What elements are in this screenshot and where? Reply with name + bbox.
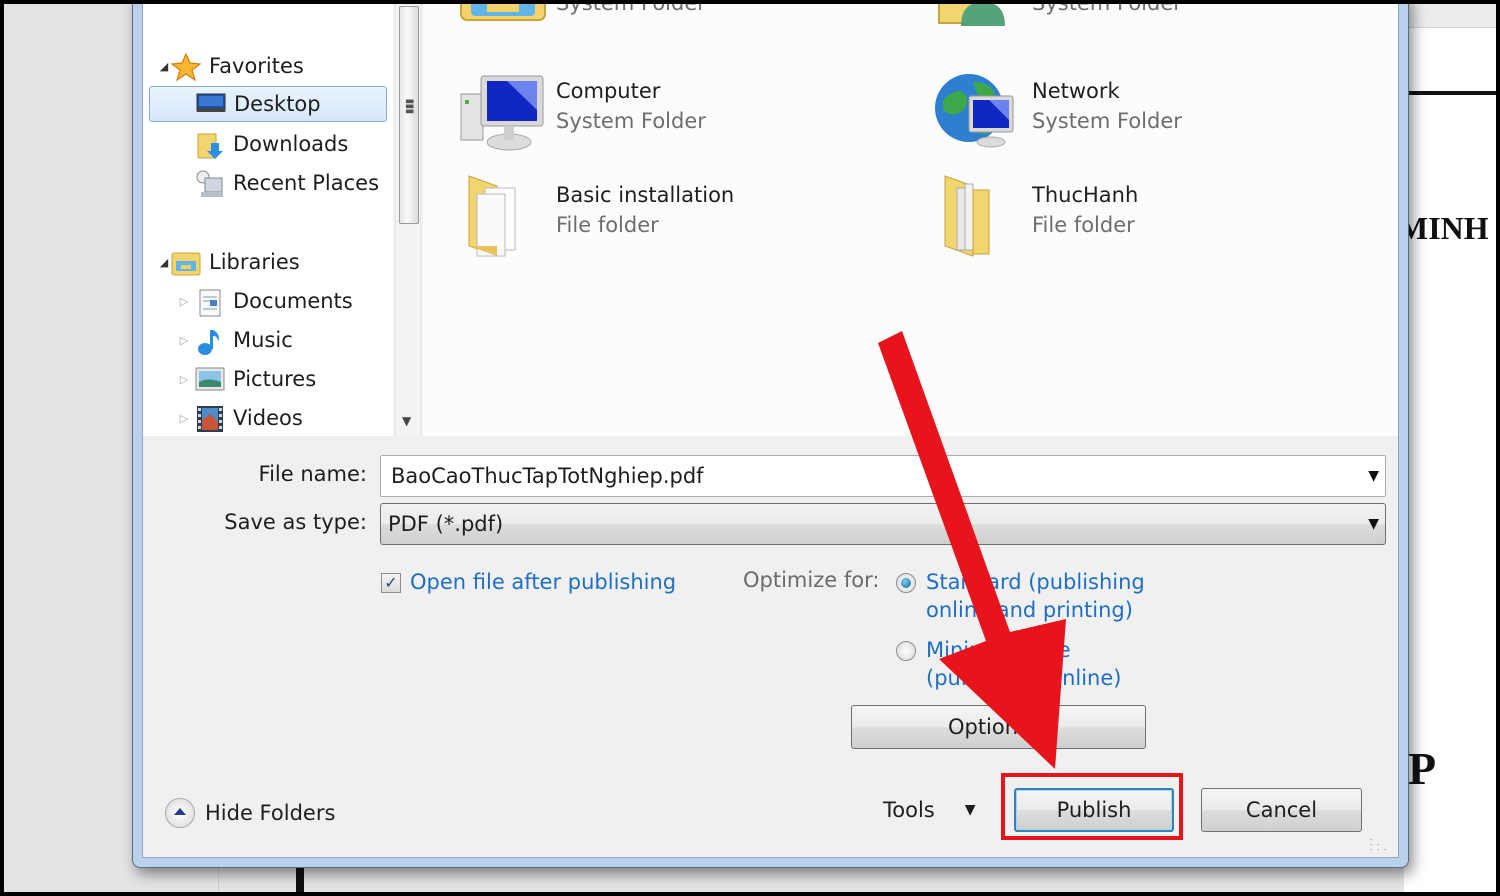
red-arrow-icon bbox=[878, 331, 1066, 769]
annotation-arrow bbox=[878, 331, 1066, 769]
screenshot-frame: MINH P ◢ Favorites Desktop Downloads Rec… bbox=[4, 4, 1496, 892]
